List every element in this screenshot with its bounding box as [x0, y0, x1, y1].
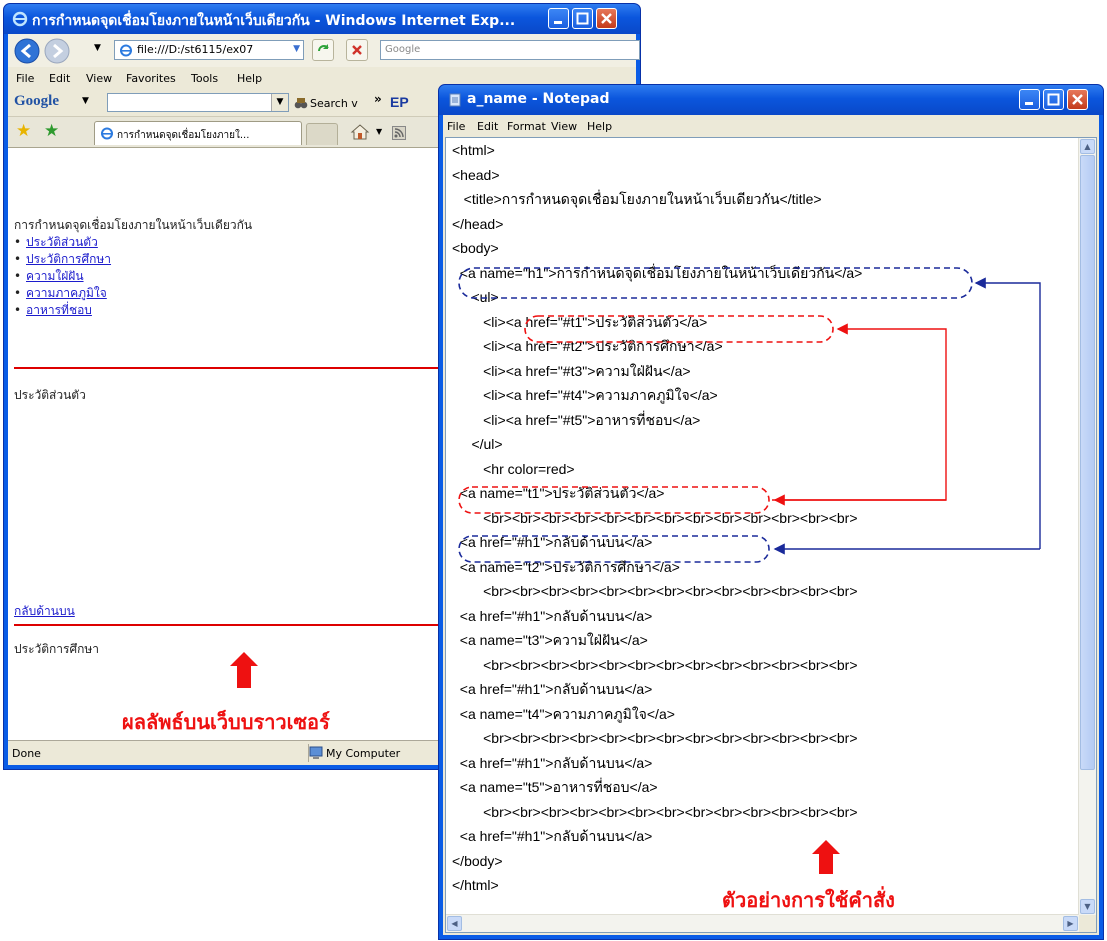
up-arrow-icon	[812, 840, 840, 874]
h1-connector-line	[974, 277, 1041, 549]
annotation-overlay	[230, 267, 1041, 874]
h1-anchor-highlight	[458, 267, 973, 299]
t1-anchor-highlight	[458, 486, 770, 514]
t1-link-highlight	[524, 315, 834, 343]
t1-connector-line	[772, 323, 947, 501]
up-arrow-icon	[230, 652, 258, 688]
back-link-highlight	[458, 535, 770, 563]
